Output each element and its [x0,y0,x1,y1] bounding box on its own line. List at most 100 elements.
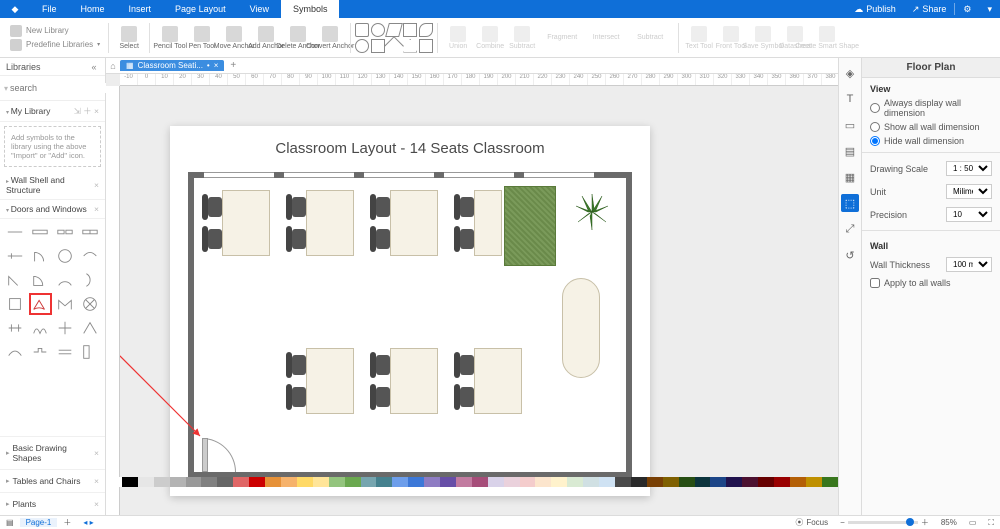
symbol[interactable] [78,293,101,315]
canvas-stage[interactable]: Classroom Layout - 14 Seats Classroom [120,86,838,515]
move-anchor-tool[interactable]: Move Anchor [218,26,250,50]
vtool-history[interactable]: ↺ [841,246,859,264]
symbol[interactable] [54,293,77,315]
symbol[interactable] [54,317,77,339]
color-swatch[interactable] [154,477,170,487]
zoom-value[interactable]: 85% [935,518,963,527]
outline-toggle[interactable]: ▤ [0,518,20,527]
desk-group[interactable] [474,190,502,256]
color-swatch[interactable] [424,477,440,487]
pencil-tool[interactable]: Pencil Tool [154,26,186,50]
color-swatch[interactable] [551,477,567,487]
color-swatch[interactable] [249,477,265,487]
menu-home[interactable]: Home [69,0,117,18]
radio-show-all-dim[interactable]: Show all wall dimension [862,120,1000,134]
color-swatch[interactable] [201,477,217,487]
zoom-out-button[interactable]: − [840,518,845,527]
vtool-page[interactable]: ▦ [841,168,859,186]
menu-symbols[interactable]: Symbols [281,0,340,18]
symbol[interactable] [78,245,101,267]
window-controls[interactable]: ▾ [979,0,1000,18]
symbol[interactable] [29,221,52,243]
symbol[interactable] [54,221,77,243]
library-collapse-icon[interactable]: « [89,62,99,72]
color-swatch[interactable] [647,477,663,487]
document-tab[interactable]: ▦Classroom Seati...•× [120,60,224,71]
vtool-measure[interactable]: ⤢ [841,220,859,238]
predefine-libraries-button[interactable]: Predefine Libraries▾ [10,39,100,51]
vtool-theme[interactable]: ◈ [841,64,859,82]
symbol[interactable] [4,269,27,291]
drawing-page[interactable]: Classroom Layout - 14 Seats Classroom [170,126,650,496]
precision-select[interactable]: 10 [946,207,992,222]
symbol[interactable] [78,221,101,243]
color-swatch[interactable] [329,477,345,487]
symbol[interactable] [29,269,52,291]
thickness-select[interactable]: 100 mm [946,257,992,272]
section-doors-windows[interactable]: ▾ Doors and Windows× [0,200,105,219]
color-swatch[interactable] [376,477,392,487]
oval-table[interactable] [562,278,600,378]
symbol[interactable] [54,341,77,363]
symbol[interactable] [4,221,27,243]
color-swatch[interactable] [583,477,599,487]
tab-home-icon[interactable]: ⌂ [106,61,120,71]
menu-insert[interactable]: Insert [117,0,164,18]
new-tab-button[interactable]: + [224,60,242,71]
desk-group[interactable] [390,190,438,256]
desk-group[interactable] [222,190,270,256]
color-swatch[interactable] [122,477,138,487]
color-swatch[interactable] [726,477,742,487]
page-tab[interactable]: Page-1 [20,518,58,527]
apply-all-walls-check[interactable]: Apply to all walls [862,276,1000,290]
page-nav-arrows[interactable]: ◂ ▸ [77,518,99,527]
unit-select[interactable]: Milimet... [946,184,992,199]
fit-page-button[interactable]: ▭ [963,518,983,527]
color-swatch[interactable] [313,477,329,487]
color-swatch[interactable] [758,477,774,487]
desk-group[interactable] [306,190,354,256]
color-swatch[interactable] [138,477,154,487]
color-swatch[interactable] [297,477,313,487]
radio-always-dim[interactable]: Always display wall dimension [862,96,1000,120]
color-swatch[interactable] [281,477,297,487]
scale-select[interactable]: 1 : 50 [946,161,992,176]
color-swatch[interactable] [631,477,647,487]
menu-view[interactable]: View [238,0,281,18]
convert-anchor-tool[interactable]: Convert Anchor [314,26,346,50]
color-swatch[interactable] [822,477,838,487]
zoom-in-button[interactable]: ＋ [921,517,929,528]
symbol[interactable] [78,341,101,363]
color-swatch[interactable] [186,477,202,487]
vtool-text[interactable]: T [841,90,859,108]
color-swatch[interactable] [774,477,790,487]
color-swatch[interactable] [440,477,456,487]
color-swatch[interactable] [392,477,408,487]
symbol[interactable] [29,317,52,339]
menu-page-layout[interactable]: Page Layout [163,0,238,18]
color-swatch[interactable] [233,477,249,487]
door[interactable] [202,434,240,472]
color-swatch[interactable] [456,477,472,487]
symbol[interactable] [78,317,101,339]
room-outline[interactable] [188,172,632,478]
radio-hide-dim[interactable]: Hide wall dimension [862,134,1000,148]
color-swatch[interactable] [695,477,711,487]
symbol[interactable] [4,245,27,267]
color-swatch[interactable] [265,477,281,487]
menu-file[interactable]: File [30,0,69,18]
color-swatch[interactable] [567,477,583,487]
symbol[interactable] [54,269,77,291]
symbol-selected[interactable] [29,293,52,315]
color-swatch[interactable] [663,477,679,487]
color-swatch[interactable] [806,477,822,487]
color-swatches[interactable] [106,477,838,487]
desk-group[interactable] [390,348,438,414]
settings-icon[interactable]: ⚙ [955,0,979,18]
color-swatch[interactable] [217,477,233,487]
shape-picker[interactable] [355,23,433,53]
color-swatch[interactable] [170,477,186,487]
color-swatch[interactable] [472,477,488,487]
vtool-image[interactable]: ▭ [841,116,859,134]
color-swatch[interactable] [106,477,122,487]
